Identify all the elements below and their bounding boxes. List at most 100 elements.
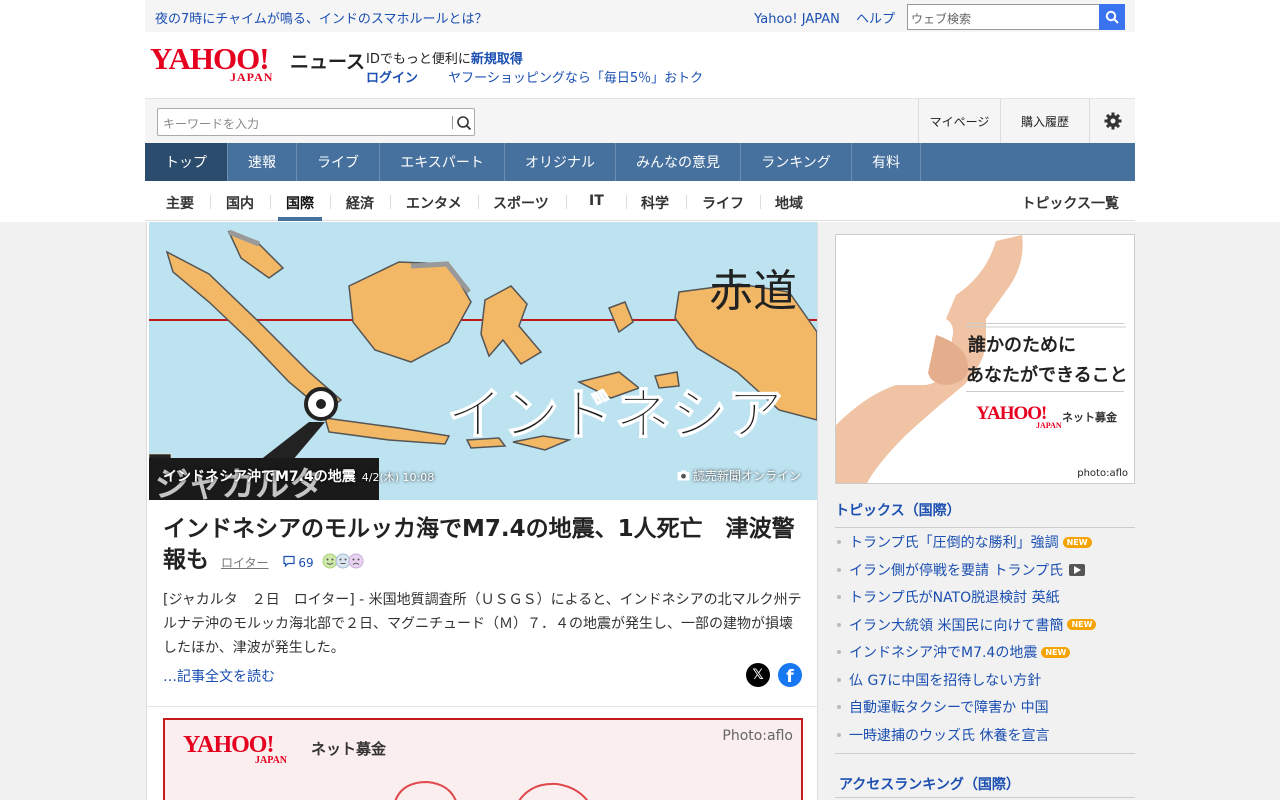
yahoo-news-logo[interactable]: YAHOO! JAPAN (150, 43, 288, 84)
article-headline[interactable]: インドネシアのモルッカ海でM7.4の地震、1人死亡 津波警報も ロイター 69 (163, 514, 805, 579)
gear-icon (1104, 112, 1121, 130)
topics-list-link[interactable]: トピックス一覧 (1021, 193, 1119, 213)
comment-count: 69 (298, 556, 314, 570)
search-icon[interactable] (454, 114, 474, 132)
article-summary: [ジャカルタ ２日 ロイター] - 米国地質調査所（ＵＳＧＳ）によると、インドネ… (163, 592, 802, 656)
keyword-search-input[interactable]: キーワードを入力 (157, 108, 475, 136)
bullet-icon (837, 540, 841, 544)
nav-original[interactable]: オリジナル (505, 143, 616, 181)
donation-ad[interactable]: 誰かのために あなたができること YAHOO! JAPAN ネット募金 phot… (835, 234, 1135, 484)
bullet-icon (837, 650, 841, 654)
topic-item[interactable]: トランプ氏「圧倒的な勝利」強調 NEW (835, 532, 1135, 552)
topic-title: 仏 G7に中国を招待しない方針 (849, 672, 1042, 689)
x-logo-icon: 𝕏 (752, 667, 764, 683)
camera-icon (677, 470, 690, 481)
category-divider (566, 195, 567, 209)
category-region[interactable]: 地域 (775, 193, 803, 213)
topic-item[interactable]: イラン側が停戦を要請 トランプ氏 (835, 560, 1135, 580)
service-name[interactable]: ニュース (290, 47, 365, 74)
hero-caption[interactable]: インドネシア沖でM7.4の地震 4/2(木) 10:08 (163, 466, 434, 486)
nav-breaking[interactable]: 速報 (228, 143, 297, 181)
hero-credit-text: 読売新聞オンライン (692, 469, 801, 483)
category-entertainment[interactable]: エンタメ (406, 193, 462, 213)
shopping-promo-link[interactable]: ヤフーショッピングなら「毎日5％」おトク (448, 71, 703, 86)
hero-date: 4/2(木) 10:08 (361, 471, 435, 484)
id-promo: IDでもっと便利に新規取得 (366, 48, 523, 67)
category-international[interactable]: 国際 (286, 193, 314, 213)
category-sports[interactable]: スポーツ (493, 193, 549, 213)
ad-photo-credit: photo:aflo (1077, 468, 1128, 479)
bullet-icon (837, 705, 841, 709)
ranking-underline (835, 797, 1135, 798)
facebook-logo-icon: f (786, 667, 794, 687)
web-search-button[interactable] (1099, 4, 1125, 30)
settings-button[interactable] (1089, 99, 1135, 143)
web-search-input[interactable]: ウェブ検索 (907, 4, 1100, 30)
donation-banner[interactable]: YAHOO! JAPAN ネット募金 Photo:aflo (163, 718, 803, 800)
category-life[interactable]: ライフ (702, 193, 744, 213)
hero-credit: 読売新聞オンライン (677, 467, 801, 484)
topic-title: トランプ氏「圧倒的な勝利」強調 (849, 535, 1059, 551)
topic-item[interactable]: 一時逮捕のウッズ氏 休養を宣言 (835, 725, 1135, 745)
category-domestic[interactable]: 国内 (226, 193, 254, 213)
utility-promo-link[interactable]: 夜の7時にチャイムが鳴る、インドのスマホルールとは？ (155, 8, 488, 27)
nav-ranking[interactable]: ランキング (741, 143, 852, 181)
topic-item[interactable]: トランプ氏がNATO脱退検討 英紙 (835, 587, 1135, 607)
login-link[interactable]: ログイン (366, 71, 418, 86)
purchase-history-link[interactable]: 購入履歴 (1000, 99, 1089, 143)
bullet-icon (837, 567, 841, 572)
category-science[interactable]: 科学 (641, 193, 669, 213)
category-divider (270, 195, 271, 209)
topic-title: 自動運転タクシーで障害か 中国 (849, 700, 1049, 716)
topic-title: イラン大統領 米国民に向けて書簡 (849, 617, 1064, 634)
category-economy[interactable]: 経済 (346, 193, 374, 213)
category-divider (686, 195, 687, 209)
help-link[interactable]: ヘルプ (856, 12, 895, 27)
topic-item[interactable]: 仏 G7に中国を招待しない方針 (835, 670, 1135, 690)
topic-title: 一時逮捕のウッズ氏 休養を宣言 (849, 727, 1050, 744)
ad-rule-top (966, 323, 1124, 324)
ranking-heading[interactable]: アクセスランキング（国際） (839, 774, 1020, 794)
nav-top[interactable]: トップ (145, 143, 228, 181)
signup-link[interactable]: 新規取得 (471, 52, 523, 67)
topic-item[interactable]: インドネシア沖でM7.4の地震 NEW (835, 642, 1135, 662)
new-badge: NEW (1067, 619, 1097, 630)
nav-opinions[interactable]: みんなの意見 (616, 143, 741, 181)
topics-heading[interactable]: トピックス（国際） (835, 500, 1135, 528)
category-nav: 主要 国内 国際 経済 エンタメ スポーツ IT 科学 ライフ 地域 トピックス… (145, 181, 1135, 221)
search-icon (1105, 10, 1119, 24)
main-article-column: ジャカルタ インドネシア 赤道 インドネシア沖でM7.4の地震 4/2(木) 10… (146, 222, 818, 800)
new-badge: NEW (1041, 646, 1071, 658)
share-facebook-button[interactable]: f (778, 663, 802, 687)
mypage-link[interactable]: マイページ (918, 99, 1000, 143)
yahoo-japan-link[interactable]: Yahoo! JAPAN (754, 12, 840, 27)
topic-item[interactable]: イラン大統領 米国民に向けて書簡 NEW (835, 615, 1135, 635)
ad-logo-sub: JAPAN (1036, 421, 1062, 430)
nav-paid[interactable]: 有料 (852, 143, 921, 181)
video-icon (1069, 563, 1086, 576)
nav-live[interactable]: ライブ (297, 143, 380, 181)
article-source-link[interactable]: ロイター (221, 556, 269, 570)
share-x-button[interactable]: 𝕏 (746, 663, 770, 687)
heart-drawing (394, 780, 589, 800)
category-divider (760, 195, 761, 209)
topic-title: イラン側が停戦を要請 トランプ氏 (849, 562, 1064, 579)
bullet-icon (837, 677, 841, 682)
hero-caption-title: インドネシア沖でM7.4の地震 (163, 469, 356, 485)
hero-image[interactable]: ジャカルタ インドネシア 赤道 インドネシア沖でM7.4の地震 4/2(木) 10… (149, 222, 817, 500)
reaction-icons (322, 553, 364, 569)
ad-headline-2: あなたができること (966, 365, 1128, 386)
category-divider (210, 195, 211, 209)
comments-link[interactable]: 69 (282, 555, 318, 570)
category-it[interactable]: IT (589, 193, 604, 209)
read-more-link[interactable]: …記事全文を読む (163, 666, 275, 686)
category-divider (626, 195, 627, 209)
bullet-icon (837, 622, 841, 627)
map-label-country: インドネシア (447, 383, 783, 448)
ad-headline-1: 誰かのために (968, 335, 1076, 356)
indonesia-map-image: ジャカルタ インドネシア 赤道 (149, 222, 817, 500)
account-links: マイページ 購入履歴 (918, 99, 1135, 143)
category-main[interactable]: 主要 (166, 193, 194, 213)
topic-item[interactable]: 自動運転タクシーで障害か 中国 (835, 697, 1135, 717)
nav-expert[interactable]: エキスパート (380, 143, 505, 181)
